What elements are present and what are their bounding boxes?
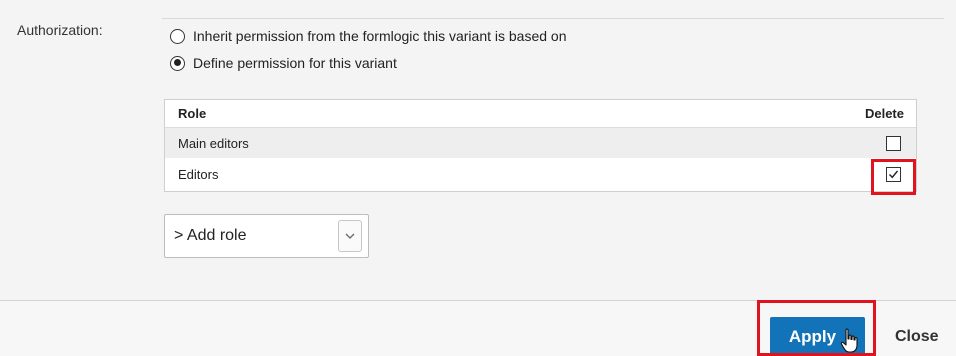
table-row: Editors — [165, 158, 916, 191]
chevron-down-icon[interactable] — [338, 220, 362, 252]
role-name: Editors — [178, 167, 219, 182]
radio-button-selected[interactable] — [170, 55, 185, 71]
add-role-value: > Add role — [174, 227, 247, 244]
roles-table: Role Delete Main editors Editors — [164, 99, 917, 192]
close-button[interactable]: Close — [895, 328, 939, 346]
divider — [162, 18, 944, 19]
column-header-role: Role — [178, 106, 207, 121]
radio-label: Inherit permission from the formlogic th… — [193, 28, 567, 44]
delete-checkbox-main-editors[interactable] — [886, 136, 901, 151]
authorization-label: Authorization: — [17, 22, 103, 38]
highlight-frame-checkbox — [871, 159, 916, 195]
radio-label: Define permission for this variant — [193, 55, 397, 71]
radio-define-permission[interactable]: Define permission for this variant — [170, 55, 397, 71]
radio-inherit-permission[interactable]: Inherit permission from the formlogic th… — [170, 28, 567, 44]
column-header-delete: Delete — [864, 106, 904, 121]
hand-pointer-icon — [840, 328, 858, 353]
radio-button[interactable] — [170, 28, 185, 44]
add-role-select[interactable]: > Add role — [164, 214, 369, 258]
table-row: Main editors — [165, 128, 916, 158]
table-header-row: Role Delete — [165, 100, 916, 128]
role-name: Main editors — [178, 135, 249, 151]
